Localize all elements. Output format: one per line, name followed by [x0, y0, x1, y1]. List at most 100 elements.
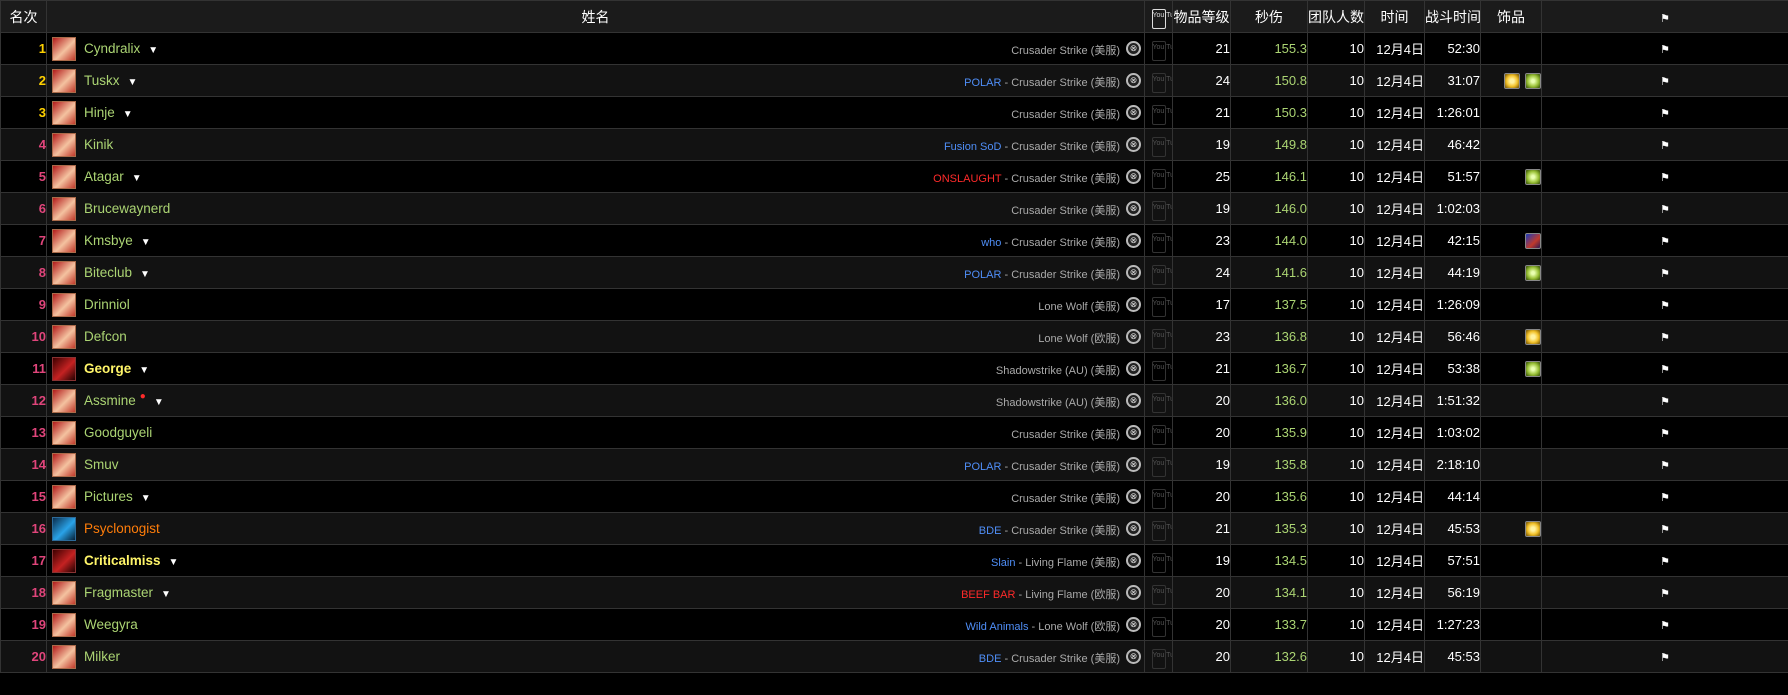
- flag-icon[interactable]: ⚑: [1660, 107, 1670, 120]
- dps-cell[interactable]: 134.1: [1230, 576, 1308, 609]
- dps-cell[interactable]: 150.8: [1230, 64, 1308, 97]
- flag-icon[interactable]: ⚑: [1660, 363, 1670, 376]
- guild-link[interactable]: BEEF BAR: [961, 589, 1015, 601]
- chevron-down-icon[interactable]: ▼: [141, 493, 151, 504]
- flag-icon[interactable]: ⚑: [1660, 299, 1670, 312]
- armory-icon[interactable]: ⊗: [1126, 617, 1141, 632]
- youtube-icon[interactable]: You Tube: [1151, 104, 1172, 125]
- flag-icon[interactable]: ⚑: [1660, 523, 1670, 536]
- chevron-down-icon[interactable]: ▼: [139, 365, 149, 376]
- youtube-icon[interactable]: You Tube: [1151, 520, 1172, 541]
- chevron-down-icon[interactable]: ▼: [128, 77, 138, 88]
- chevron-down-icon[interactable]: ▼: [169, 557, 179, 568]
- guild-link[interactable]: Wild Animals: [966, 621, 1029, 633]
- guild-link[interactable]: Fusion SoD: [944, 141, 1001, 153]
- flag-icon[interactable]: ⚑: [1660, 75, 1670, 88]
- player-name-link[interactable]: Biteclub: [84, 265, 132, 280]
- dps-cell[interactable]: 135.9: [1230, 416, 1308, 449]
- dps-cell[interactable]: 135.3: [1230, 512, 1308, 545]
- youtube-icon[interactable]: You Tube: [1151, 232, 1172, 253]
- guild-link[interactable]: ONSLAUGHT: [933, 173, 1001, 185]
- armory-icon[interactable]: ⊗: [1126, 521, 1141, 536]
- header-rank[interactable]: 名次: [0, 0, 47, 33]
- chevron-down-icon[interactable]: ▼: [123, 109, 133, 120]
- youtube-icon[interactable]: You Tube: [1151, 552, 1172, 573]
- sun-trinket-icon[interactable]: [1504, 72, 1520, 89]
- dps-cell[interactable]: 146.1: [1230, 160, 1308, 193]
- rune-trinket-icon[interactable]: [1525, 232, 1541, 249]
- player-name-link[interactable]: Goodguyeli: [84, 425, 152, 440]
- player-name-link[interactable]: Criticalmiss: [84, 553, 161, 568]
- flag-icon[interactable]: ⚑: [1660, 139, 1670, 152]
- youtube-icon[interactable]: You Tube: [1151, 136, 1172, 157]
- guild-link[interactable]: POLAR: [964, 269, 1001, 281]
- armory-icon[interactable]: ⊗: [1126, 105, 1141, 120]
- flag-icon[interactable]: ⚑: [1660, 235, 1670, 248]
- header-item-level[interactable]: 物品等级: [1172, 0, 1231, 33]
- dps-cell[interactable]: 149.8: [1230, 128, 1308, 161]
- youtube-icon[interactable]: You Tube: [1151, 40, 1172, 61]
- youtube-icon[interactable]: You Tube: [1151, 360, 1172, 381]
- youtube-icon[interactable]: You Tube: [1151, 424, 1172, 445]
- youtube-icon[interactable]: You Tube: [1151, 648, 1172, 669]
- dps-cell[interactable]: 137.5: [1230, 288, 1308, 321]
- youtube-icon[interactable]: You Tube: [1151, 392, 1172, 413]
- sun-trinket-icon[interactable]: [1525, 328, 1541, 345]
- player-name-link[interactable]: Smuv: [84, 457, 119, 472]
- youtube-icon[interactable]: You Tube: [1151, 616, 1172, 637]
- chevron-down-icon[interactable]: ▼: [161, 589, 171, 600]
- youtube-icon[interactable]: You Tube: [1151, 456, 1172, 477]
- armory-icon[interactable]: ⊗: [1126, 425, 1141, 440]
- dps-cell[interactable]: 146.0: [1230, 192, 1308, 225]
- leaf-trinket-icon[interactable]: [1525, 360, 1541, 377]
- player-name-link[interactable]: Defcon: [84, 329, 127, 344]
- youtube-icon[interactable]: You Tube: [1151, 328, 1172, 349]
- player-name-link[interactable]: Assmine: [84, 393, 136, 408]
- flag-icon[interactable]: ⚑: [1660, 587, 1670, 600]
- player-name-link[interactable]: Kmsbye: [84, 233, 133, 248]
- dps-cell[interactable]: 136.8: [1230, 320, 1308, 353]
- armory-icon[interactable]: ⊗: [1126, 41, 1141, 56]
- player-name-link[interactable]: George: [84, 361, 131, 376]
- player-name-link[interactable]: Pictures: [84, 489, 133, 504]
- player-name-link[interactable]: Hinje: [84, 105, 115, 120]
- youtube-icon[interactable]: You Tube: [1151, 488, 1172, 509]
- chevron-down-icon[interactable]: ▼: [154, 397, 164, 408]
- flag-icon[interactable]: ⚑: [1660, 459, 1670, 472]
- armory-icon[interactable]: ⊗: [1126, 649, 1141, 664]
- chevron-down-icon[interactable]: ▼: [132, 173, 142, 184]
- flag-icon[interactable]: ⚑: [1660, 427, 1670, 440]
- header-name[interactable]: 姓名: [46, 0, 1145, 33]
- guild-link[interactable]: Slain: [991, 557, 1015, 569]
- dps-cell[interactable]: 135.8: [1230, 448, 1308, 481]
- flag-icon[interactable]: ⚑: [1660, 395, 1670, 408]
- flag-icon[interactable]: ⚑: [1660, 267, 1670, 280]
- armory-icon[interactable]: ⊗: [1126, 393, 1141, 408]
- armory-icon[interactable]: ⊗: [1126, 201, 1141, 216]
- armory-icon[interactable]: ⊗: [1126, 553, 1141, 568]
- player-name-link[interactable]: Fragmaster: [84, 585, 153, 600]
- dps-cell[interactable]: 135.6: [1230, 480, 1308, 513]
- player-name-link[interactable]: Cyndralix: [84, 41, 140, 56]
- player-name-link[interactable]: Weegyra: [84, 617, 138, 632]
- leaf-trinket-icon[interactable]: [1525, 264, 1541, 281]
- youtube-icon[interactable]: You Tube: [1151, 584, 1172, 605]
- dps-cell[interactable]: 132.6: [1230, 640, 1308, 673]
- chevron-down-icon[interactable]: ▼: [140, 269, 150, 280]
- dps-cell[interactable]: 133.7: [1230, 608, 1308, 641]
- header-dps[interactable]: 秒伤: [1230, 0, 1308, 33]
- armory-icon[interactable]: ⊗: [1126, 329, 1141, 344]
- player-name-link[interactable]: Milker: [84, 649, 120, 664]
- header-duration[interactable]: 战斗时间: [1424, 0, 1481, 33]
- armory-icon[interactable]: ⊗: [1126, 137, 1141, 152]
- armory-icon[interactable]: ⊗: [1126, 457, 1141, 472]
- flag-icon[interactable]: ⚑: [1660, 203, 1670, 216]
- flag-icon[interactable]: ⚑: [1660, 555, 1670, 568]
- dps-cell[interactable]: 136.0: [1230, 384, 1308, 417]
- dps-cell[interactable]: 144.0: [1230, 224, 1308, 257]
- sun-trinket-icon[interactable]: [1525, 520, 1541, 537]
- flag-icon[interactable]: ⚑: [1660, 491, 1670, 504]
- dps-cell[interactable]: 155.3: [1230, 32, 1308, 65]
- dps-cell[interactable]: 136.7: [1230, 352, 1308, 385]
- header-raid-size[interactable]: 团队人数: [1307, 0, 1365, 33]
